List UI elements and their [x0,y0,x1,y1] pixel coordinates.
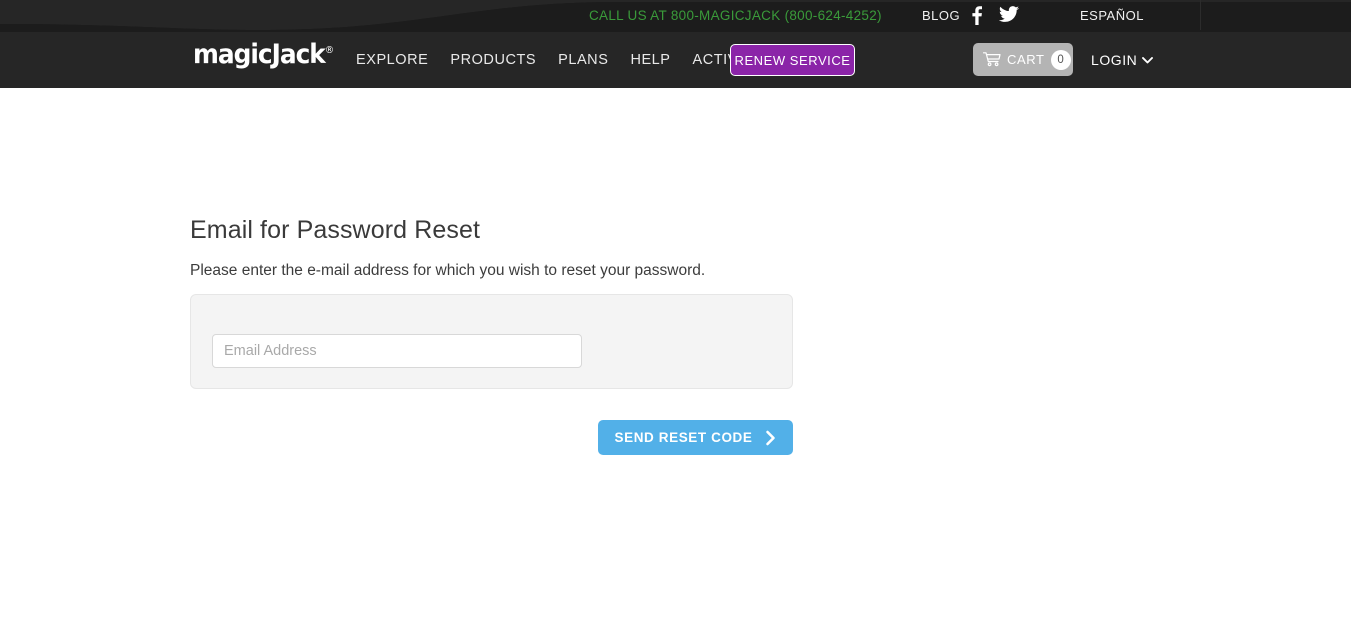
password-reset-form-panel [190,294,793,389]
registered-trademark-mark: ® [324,45,335,56]
nav-item-products[interactable]: PRODUCTS [450,52,536,68]
nav-item-help[interactable]: HELP [630,52,670,68]
login-menu[interactable]: LOGIN [1091,52,1154,68]
call-us-phone-link[interactable]: CALL US AT 800-MAGICJACK (800-624-4252) [589,8,882,23]
facebook-icon[interactable] [972,6,982,25]
email-input[interactable] [212,334,582,368]
magicjack-logo[interactable]: magicJack® [193,41,334,68]
nav-item-explore[interactable]: EXPLORE [356,52,428,68]
shopping-cart-icon [983,52,1001,67]
page-title: Email for Password Reset [190,216,480,244]
nav-item-plans[interactable]: PLANS [558,52,608,68]
espanol-language-link[interactable]: ESPAÑOL [1080,8,1144,23]
logo-text: magicJack [193,39,326,70]
main-content: Email for Password Reset Please enter th… [0,88,1351,609]
top-utility-bar: CALL US AT 800-MAGICJACK (800-624-4252) … [0,0,1351,30]
blog-link[interactable]: BLOG [922,8,960,23]
cart-count-badge: 0 [1050,49,1071,70]
send-reset-code-button[interactable]: SEND RESET CODE [598,420,793,455]
twitter-icon[interactable] [999,6,1019,23]
renew-service-button[interactable]: RENEW SERVICE [730,44,855,76]
cart-button[interactable]: CART 0 [973,43,1073,76]
main-navigation: EXPLORE PRODUCTS PLANS HELP ACTIVATE [356,52,788,68]
top-bar-divider [1200,0,1201,30]
login-label: LOGIN [1091,52,1138,68]
site-header: CALL US AT 800-MAGICJACK (800-624-4252) … [0,0,1351,88]
page-subtitle: Please enter the e-mail address for whic… [190,262,706,279]
chevron-down-icon [1142,56,1154,63]
send-reset-code-label: SEND RESET CODE [614,430,753,445]
cart-label: CART [1007,52,1045,67]
chevron-right-icon [765,430,775,445]
